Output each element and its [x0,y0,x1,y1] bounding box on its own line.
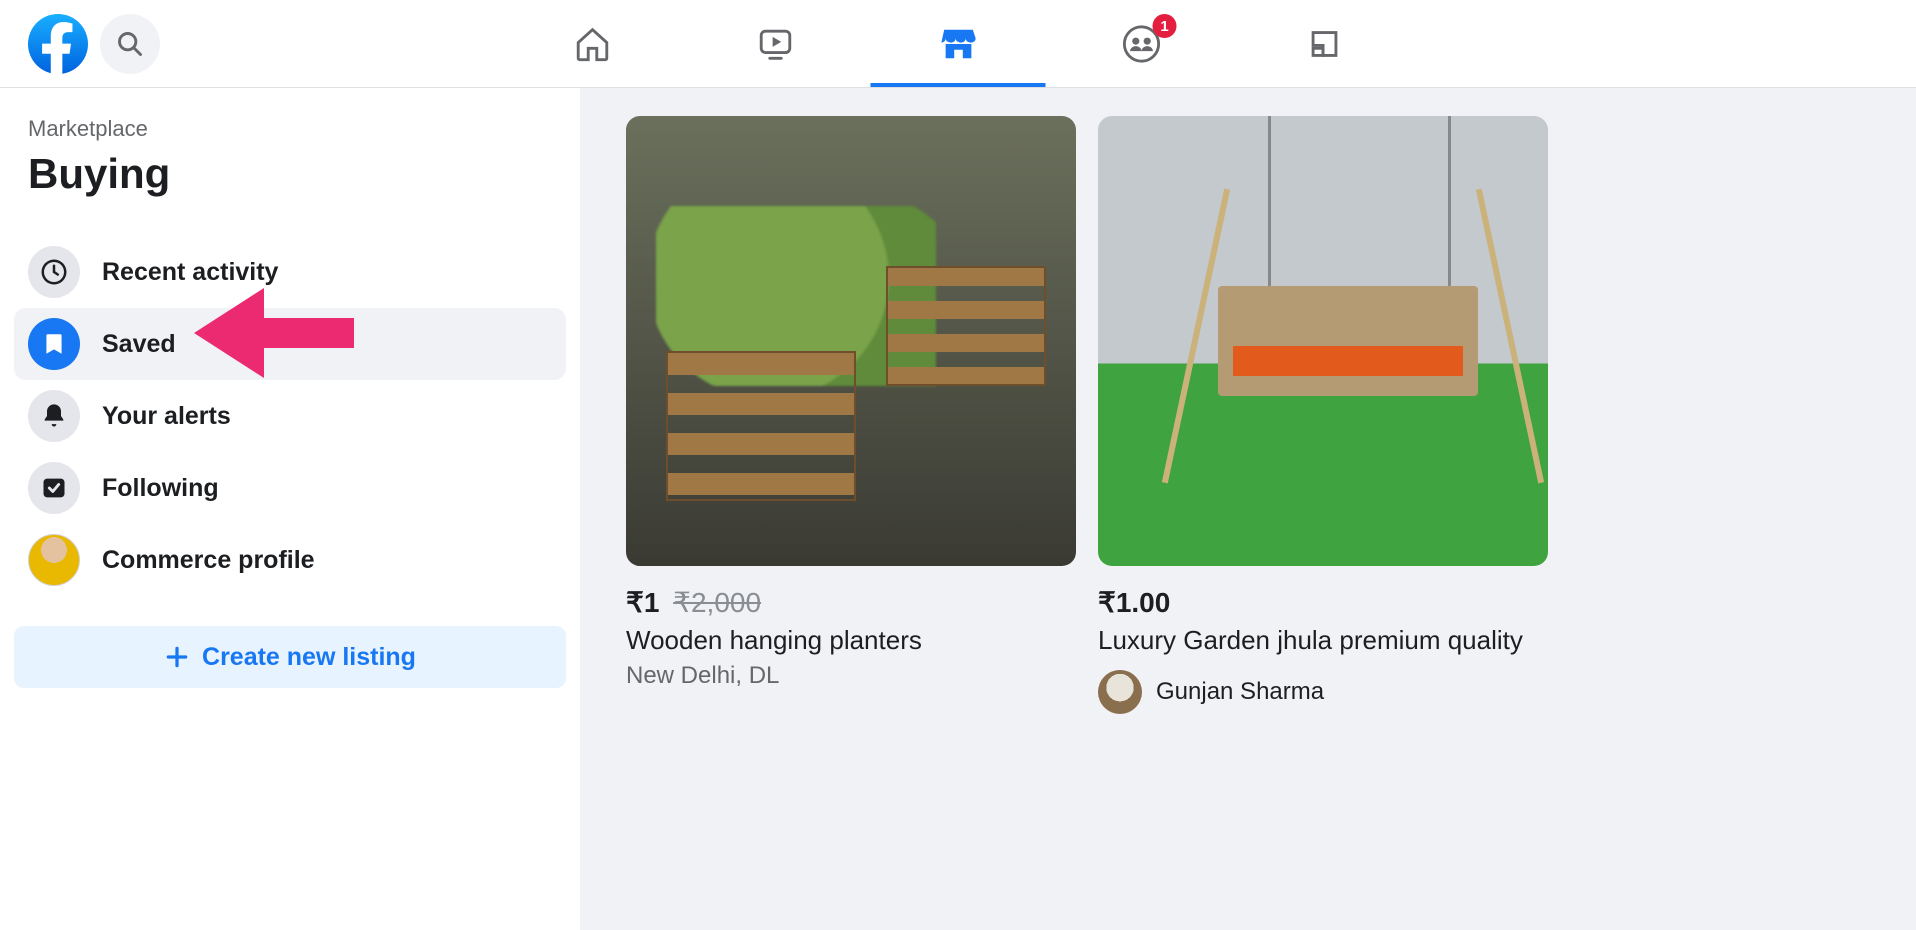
listing-image [1098,116,1548,566]
price-row: ₹1.00 [1098,586,1548,619]
listing-image [626,116,1076,566]
tab-groups[interactable]: 1 [1054,0,1229,87]
page-title: Buying [14,150,566,198]
following-icon [28,462,80,514]
sidebar-item-your-alerts[interactable]: Your alerts [14,380,566,452]
clock-icon [28,246,80,298]
search-button[interactable] [100,14,160,74]
listing-price: ₹1.00 [1098,587,1170,618]
search-icon [116,30,144,58]
price-row: ₹1 ₹2,000 [626,586,1076,619]
listing-card[interactable]: ₹1 ₹2,000 Wooden hanging planters New De… [626,116,1076,930]
saved-icon [28,318,80,370]
sidebar-item-recent-activity[interactable]: Recent activity [14,236,566,308]
listing-title: Wooden hanging planters [626,625,1076,656]
listing-title: Luxury Garden jhula premium quality [1098,625,1548,656]
listing-price: ₹1 [626,587,659,618]
listings-area: ₹1 ₹2,000 Wooden hanging planters New De… [580,88,1916,930]
tab-marketplace[interactable] [871,0,1046,87]
sidebar-item-commerce-profile[interactable]: Commerce profile [14,524,566,596]
sidebar-item-label: Your alerts [102,402,231,431]
sidebar-item-label: Saved [102,330,176,359]
marketplace-icon [938,24,978,64]
breadcrumb[interactable]: Marketplace [14,116,566,142]
plus-icon [164,644,190,670]
gaming-icon [1304,24,1344,64]
header-tabs: 1 [505,0,1412,87]
sidebar-item-label: Following [102,474,219,503]
listing-location: New Delhi, DL [626,662,1076,690]
facebook-logo[interactable] [28,14,88,74]
header-left [28,14,160,74]
seller-row[interactable]: Gunjan Sharma [1098,670,1548,714]
seller-avatar-icon [1098,670,1142,714]
tab-gaming[interactable] [1237,0,1412,87]
seller-name: Gunjan Sharma [1156,678,1324,706]
profile-avatar-icon [28,534,80,586]
watch-icon [755,24,795,64]
listing-old-price: ₹2,000 [673,587,761,618]
top-header: 1 [0,0,1916,88]
create-new-listing-button[interactable]: Create new listing [14,626,566,688]
sidebar: Marketplace Buying Recent activity Saved… [0,88,580,930]
sidebar-item-label: Commerce profile [102,546,315,575]
tab-home[interactable] [505,0,680,87]
notifications-badge: 1 [1153,14,1177,38]
bell-icon [28,390,80,442]
sidebar-item-saved[interactable]: Saved [14,308,566,380]
tab-watch[interactable] [688,0,863,87]
create-button-label: Create new listing [202,643,416,672]
home-icon [572,24,612,64]
listing-card[interactable]: ₹1.00 Luxury Garden jhula premium qualit… [1098,116,1548,930]
sidebar-item-label: Recent activity [102,258,278,287]
sidebar-item-following[interactable]: Following [14,452,566,524]
